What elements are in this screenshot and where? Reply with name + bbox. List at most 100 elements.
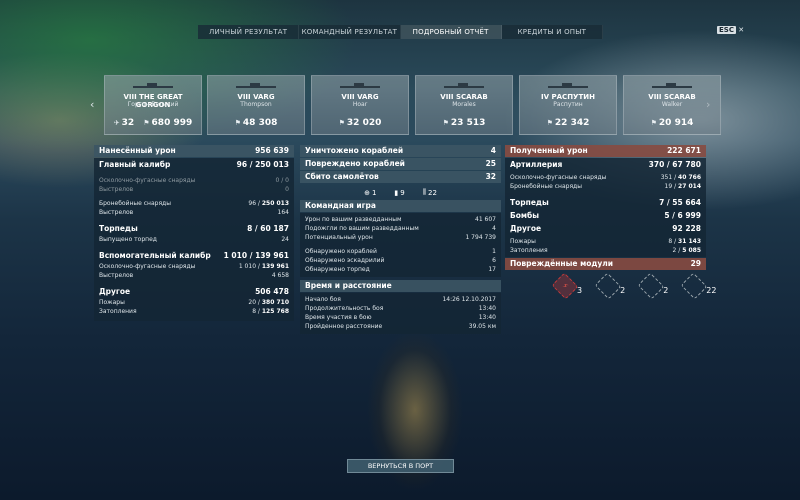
main-battery-row: Главный калибр 96 / 250 013	[99, 160, 289, 169]
prev-arrow-icon[interactable]: ‹	[90, 98, 94, 111]
team-row: Урон по вашим разведданным 41 607	[305, 216, 496, 223]
time-distance-header: Время и расстояние	[300, 280, 501, 292]
planes-shot-icon: ✈	[113, 119, 120, 127]
ship-name: VIII VARG	[341, 93, 379, 101]
result-tabs: ЛИЧНЫЙ РЕЗУЛЬТАТ КОМАНДНЫЙ РЕЗУЛЬТАТ ПОД…	[198, 25, 603, 39]
ship-silhouette-icon	[340, 83, 380, 89]
tab-team-result[interactable]: КОМАНДНЫЙ РЕЗУЛЬТАТ	[299, 25, 401, 39]
damaged-modules-icons: ⚡ 3 2 2 22	[505, 271, 716, 300]
ship-stats: ⚑ 23 513	[416, 118, 512, 128]
steering-damage-icon	[594, 272, 622, 300]
esc-key-label: ESC	[717, 26, 736, 34]
recv-floods-row: Затопления 2 / 5 085	[510, 247, 701, 254]
ship-silhouette-icon	[133, 83, 173, 89]
ship-card[interactable]: VIII THE GREAT GORGON Горгон Великий ✈ 32…	[104, 75, 202, 135]
floods-row: Затопления 8 / 125 768	[99, 308, 289, 315]
time-row: Время участия в бою 13:40	[305, 314, 496, 321]
player-name: Hoar	[352, 101, 368, 108]
damage-value: 20 914	[658, 118, 694, 128]
ship-silhouette-icon	[444, 83, 484, 89]
team-play-header: Командная игра	[300, 200, 501, 212]
team-row: Подожгли по вашим разведданным 4	[305, 225, 496, 232]
close-icon: ✕	[738, 26, 745, 34]
tab-detailed-report[interactable]: ПОДРОБНЫЙ ОТЧЁТ	[400, 25, 502, 39]
damage-dealt-panel: Нанесённый урон 956 639 Главный калибр 9…	[94, 145, 294, 321]
turret-damage-icon	[637, 272, 665, 300]
mb-ap-row: Бронебойные снаряды 96 / 250 013	[99, 200, 289, 207]
team-row: Обнаружено кораблей 1	[305, 248, 496, 255]
recv-other-row: Другое 92 228	[510, 224, 701, 233]
mb-he-shots-row: Выстрелов 0	[99, 186, 289, 193]
recv-ap-row: Бронебойные снаряды 19 / 27 014	[510, 183, 701, 190]
time-row: Начало боя 14:26 12.10.2017	[305, 296, 496, 303]
damage-value: 22 342	[554, 118, 590, 128]
mb-he-row: Осколочно-фугасные снаряды 0 / 0	[99, 177, 289, 184]
planes-shot-row: Сбито самолётов 32	[300, 171, 501, 183]
ship-card[interactable]: VIII SCARAB Morales ⚑ 23 513	[415, 75, 513, 135]
team-row: Обнаружено торпед 17	[305, 266, 496, 273]
damage-value: 680 999	[151, 118, 193, 128]
ship-silhouette-icon	[236, 83, 276, 89]
ship-name: VIII SCARAB	[648, 93, 696, 101]
ship-stats: ⚑ 48 308	[208, 118, 304, 128]
close-button[interactable]: ESC ✕	[717, 26, 744, 34]
team-row: Потенциальный урон 1 794 739	[305, 234, 496, 241]
mb-ap-shots-row: Выстрелов 164	[99, 209, 289, 216]
ship-card[interactable]: IV РАСПУТИН Распутин ⚑ 22 342	[519, 75, 617, 135]
ship-stats: ⚑ 20 914	[624, 118, 720, 128]
damage-icon: ⚑	[234, 119, 241, 127]
ship-silhouette-icon	[548, 83, 588, 89]
damage-icon: ⚑	[650, 119, 657, 127]
damage-icon: ⚑	[442, 119, 449, 127]
planes-count: 32	[121, 118, 135, 128]
recv-he-row: Осколочно-фугасные снаряды 351 / 40 766	[510, 174, 701, 181]
damage-received-panel: Полученный урон 222 671 Артиллерия 370 / …	[505, 145, 716, 300]
engine-damage-icon: ⚡	[551, 272, 579, 300]
player-name: Morales	[452, 101, 476, 108]
ship-name: VIII SCARAB	[440, 93, 488, 101]
fires-row: Пожары 20 / 380 710	[99, 299, 289, 306]
damage-icon: ⚑	[143, 119, 150, 127]
damage-value: 23 513	[450, 118, 486, 128]
player-name: Walker	[661, 101, 683, 108]
team-row: Обнаружено эскадрилий 6	[305, 257, 496, 264]
recv-bombs-row: Бомбы 5 / 6 999	[510, 211, 701, 220]
torpedo-icon: ⫼	[422, 188, 426, 196]
time-row: Продолжительность боя 13:40	[305, 305, 496, 312]
torpedoes-row: Торпеды 8 / 60 187	[99, 224, 289, 233]
recv-fires-row: Пожары 8 / 31 143	[510, 238, 701, 245]
artillery-row: Артиллерия 370 / 67 780	[510, 160, 701, 169]
time-distance-block: Начало боя 14:26 12.10.2017 Продолжительн…	[300, 293, 501, 334]
damage-value: 32 020	[346, 118, 382, 128]
shell-icon: ▮	[394, 188, 399, 197]
ship-name: IV РАСПУТИН	[541, 93, 595, 101]
tab-personal-result[interactable]: ЛИЧНЫЙ РЕЗУЛЬТАТ	[198, 25, 300, 39]
kill-type-icons: ⊕ 1 ▮ 9 ⫼ 22	[364, 188, 437, 197]
damaged-modules-header: Повреждённые модули 29	[505, 258, 706, 270]
return-to-port-button[interactable]: ВЕРНУТЬСЯ В ПОРТ	[347, 459, 454, 473]
secondary-battery-row: Вспомогательный калибр 1 010 / 139 961	[99, 251, 289, 260]
ship-card[interactable]: VIII VARG Hoar ⚑ 32 020	[311, 75, 409, 135]
ship-silhouette-icon	[652, 83, 692, 89]
ship-card[interactable]: VIII VARG Thompson ⚑ 48 308	[207, 75, 305, 135]
recv-torpedoes-row: Торпеды 7 / 55 664	[510, 198, 701, 207]
tab-credits-xp[interactable]: КРЕДИТЫ И ОПЫТ	[501, 25, 603, 39]
crosshair-icon: ⊕	[364, 188, 370, 197]
ship-name: VIII VARG	[237, 93, 275, 101]
secondary-shots-row: Выстрелов 4 658	[99, 272, 289, 279]
damaged-row: Повреждено кораблей 25	[300, 158, 501, 170]
player-name: Распутин	[553, 101, 583, 108]
torpedoes-launched-row: Выпущено торпед 24	[99, 236, 289, 243]
destroyed-row: Уничтожено кораблей 4	[300, 145, 501, 157]
ship-card[interactable]: VIII SCARAB Walker ⚑ 20 914	[623, 75, 721, 135]
damage-icon: ⚑	[338, 119, 345, 127]
damage-received-header: Полученный урон 222 671	[505, 145, 706, 157]
damage-icon: ⚑	[546, 119, 553, 127]
ship-stats: ✈ 32 ⚑ 680 999	[105, 118, 201, 128]
ship-stats: ⚑ 32 020	[312, 118, 408, 128]
player-name: Горгон Великий	[127, 101, 179, 108]
player-name: Thompson	[240, 101, 272, 108]
damage-dealt-header: Нанесённый урон 956 639	[94, 145, 294, 157]
time-row: Пройденное расстояние 39.05 км	[305, 323, 496, 330]
ship-stats: ⚑ 22 342	[520, 118, 616, 128]
